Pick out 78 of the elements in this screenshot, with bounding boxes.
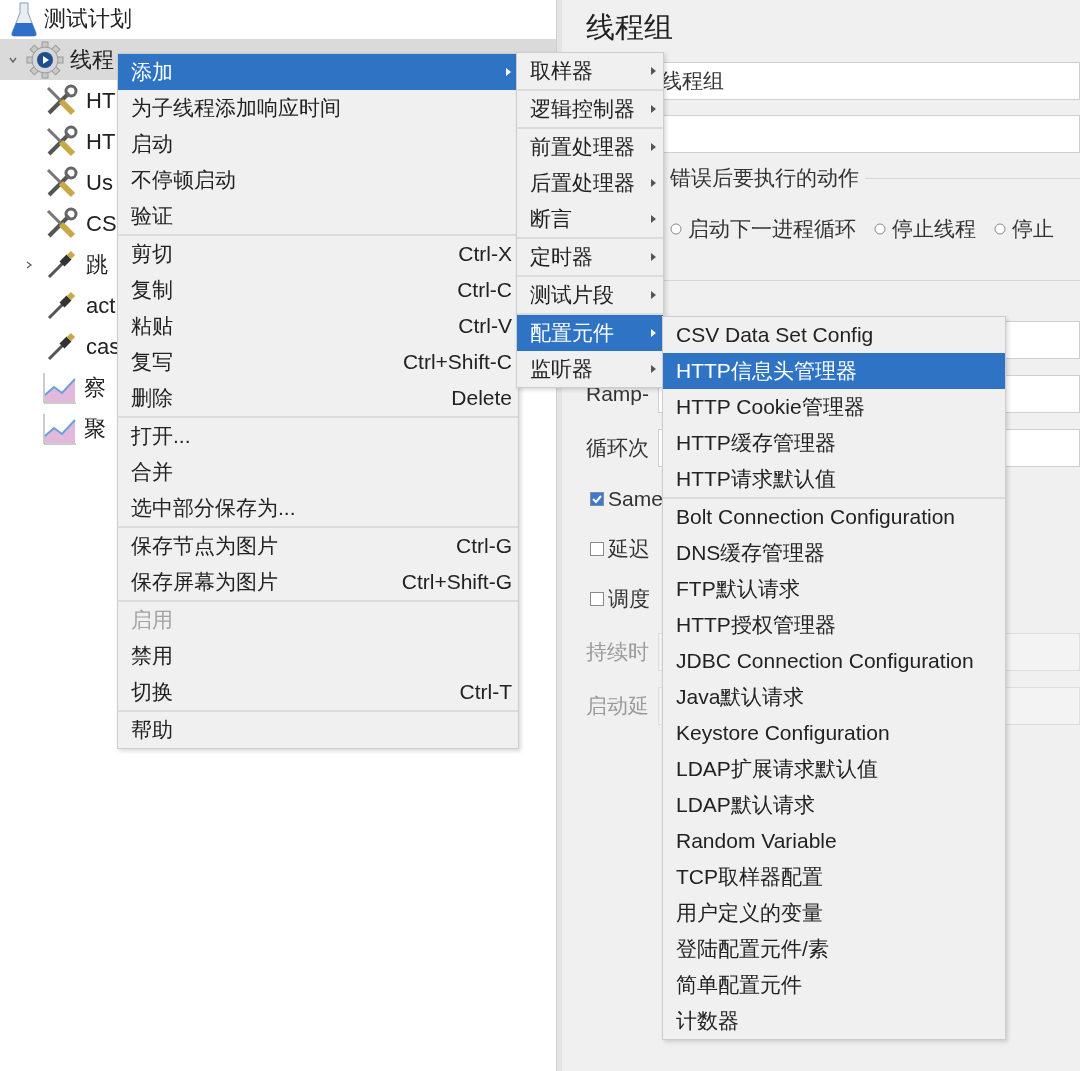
menu-item-label: Java默认请求 (676, 684, 805, 710)
menu-item-label: FTP默认请求 (676, 576, 800, 602)
menu-item-label: Keystore Configuration (676, 721, 890, 745)
tree-item-label: HT (86, 128, 116, 155)
menu-item-label: 保存屏幕为图片 (131, 569, 278, 595)
menu-item-label: 禁用 (131, 643, 173, 669)
field-label: Ramp- (586, 382, 649, 406)
tree-item-label: 察 (84, 373, 106, 402)
menu-item-label: 启动 (131, 131, 173, 157)
menu-item-label: 剪切 (131, 241, 173, 267)
menu-item-label: 断言 (530, 206, 572, 232)
menu-item-label: CSV Data Set Config (676, 323, 874, 347)
shortcut-label: Delete (451, 386, 512, 410)
menu-item-label: 用户定义的变量 (676, 900, 823, 926)
menu-item-label: HTTP请求默认值 (676, 466, 836, 492)
checkbox-label: 延迟 (608, 536, 650, 562)
tree-item-label: HT (86, 87, 116, 114)
menu-item-label: 保存节点为图片 (131, 533, 278, 559)
menu-item-label: Bolt Connection Configuration (676, 505, 955, 529)
menu-item-label: DNS缓存管理器 (676, 540, 826, 566)
menu-item-label: 合并 (131, 459, 173, 485)
menu-item-label: 选中部分保存为... (131, 495, 296, 521)
field-label: 持续时 (586, 639, 649, 665)
menu-item-label: JDBC Connection Configuration (676, 649, 974, 673)
group-legend: 错误后要执行的动作 (670, 164, 859, 192)
menu-item-label: 登陆配置元件/素 (676, 936, 829, 962)
menu-item-label: LDAP扩展请求默认值 (676, 756, 878, 782)
checkbox-label: Same (608, 487, 663, 511)
radio-label: 启动下一进程循环 (688, 216, 856, 242)
tree-item-label: 线程 (70, 45, 114, 74)
menu-item-label: HTTP缓存管理器 (676, 430, 836, 456)
menu-item-label: 打开... (131, 423, 191, 449)
menu-item-label: 帮助 (131, 717, 173, 743)
menu-item-label: 后置处理器 (530, 170, 635, 196)
menu-item-label: 不停顿启动 (131, 167, 236, 193)
menu-item-label: 为子线程添加响应时间 (131, 95, 341, 121)
menu-item-label: 删除 (131, 385, 173, 411)
menu-item-label: TCP取样器配置 (676, 864, 823, 890)
menu-item-label: 取样器 (530, 58, 593, 84)
panel-title: 线程组 (586, 10, 674, 45)
tree-item-label: 测试计划 (44, 4, 132, 33)
shortcut-label: Ctrl-V (458, 314, 512, 338)
menu-item-label: 验证 (131, 203, 173, 229)
radio-label: 停止 (1012, 216, 1054, 242)
menu-item-label: HTTP Cookie管理器 (676, 394, 865, 420)
shortcut-label: Ctrl-C (457, 278, 512, 302)
menu-item-label: 添加 (131, 59, 173, 85)
menu-item-label: 粘贴 (131, 313, 173, 339)
shortcut-label: Ctrl-T (459, 680, 512, 704)
menu-item-label: 前置处理器 (530, 134, 635, 160)
menu-item-label: 切换 (131, 679, 173, 705)
menu-item-label: 复写 (131, 349, 173, 375)
field-label: 循环次 (586, 435, 649, 461)
menu-item-label: 启用 (131, 607, 173, 633)
menu-item-label: 计数器 (676, 1008, 739, 1034)
tree-item-label: CS (86, 210, 117, 237)
tree-item-label: Us (86, 169, 113, 196)
shortcut-label: Ctrl-G (456, 534, 512, 558)
menu-item-label: HTTP授权管理器 (676, 612, 836, 638)
menu-item-label: 监听器 (530, 356, 593, 382)
tree-item-label: 跳 (86, 250, 108, 279)
field-label: 启动延 (586, 693, 649, 719)
shortcut-label: Ctrl-X (458, 242, 512, 266)
tree-item-label: act (86, 292, 116, 319)
shortcut-label: Ctrl+Shift-C (402, 350, 512, 374)
menu-item-label: 测试片段 (530, 282, 614, 308)
menu-item-label: 定时器 (530, 244, 593, 270)
menu-item-label: 复制 (131, 277, 173, 303)
checkbox-label: 调度 (608, 586, 650, 612)
tree-item-label: 聚 (84, 414, 106, 443)
menu-item-label: LDAP默认请求 (676, 792, 815, 818)
menu-item-label: 逻辑控制器 (530, 96, 635, 122)
radio-label: 停止线程 (892, 216, 976, 242)
menu-item-label: HTTP信息头管理器 (676, 358, 857, 384)
menu-item-label: Random Variable (676, 829, 837, 853)
shortcut-label: Ctrl+Shift-G (401, 570, 512, 594)
menu-item-label: 配置元件 (530, 320, 614, 346)
menu-item-label: 简单配置元件 (676, 972, 802, 998)
